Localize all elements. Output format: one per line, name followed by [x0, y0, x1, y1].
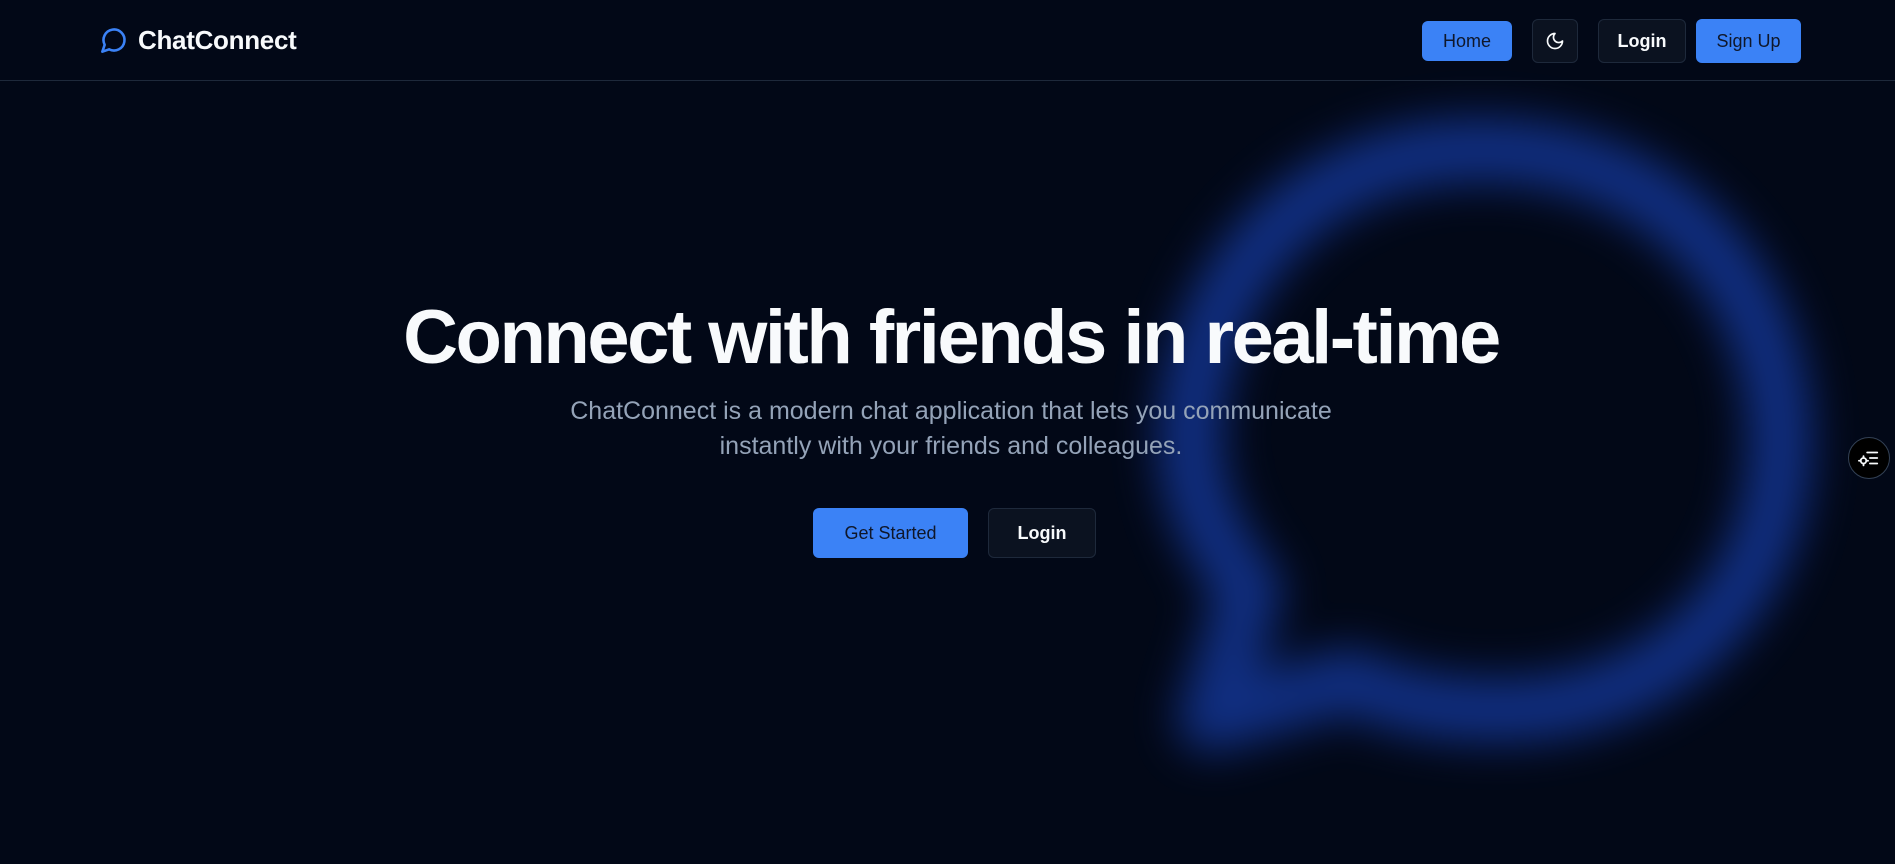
top-navbar: ChatConnect Home Login Sign Up	[0, 0, 1895, 81]
hero-login-button[interactable]: Login	[988, 508, 1096, 558]
signup-button[interactable]: Sign Up	[1696, 19, 1801, 63]
settings-list-icon	[1858, 447, 1880, 469]
chat-bubble-icon	[100, 26, 128, 54]
nav-login-button[interactable]: Login	[1598, 19, 1686, 63]
get-started-button[interactable]: Get Started	[813, 508, 968, 558]
side-widget-button[interactable]	[1848, 437, 1890, 479]
home-button[interactable]: Home	[1422, 21, 1512, 61]
brand-name: ChatConnect	[138, 24, 297, 55]
hero-subtitle: ChatConnect is a modern chat application…	[570, 397, 1332, 460]
hero-actions: Get Started Login	[0, 508, 1895, 558]
moon-icon	[1545, 31, 1565, 51]
nav-actions: Home Login Sign Up	[1422, 18, 1801, 64]
theme-toggle-button[interactable]	[1532, 19, 1578, 63]
landing-page: ChatConnect Home Login Sign Up Connect w…	[0, 0, 1895, 864]
hero-section: Connect with friends in real-time ChatCo…	[0, 290, 1895, 558]
brand-logo-link[interactable]: ChatConnect	[100, 24, 297, 56]
hero-title: Connect with friends in real-time	[403, 295, 1501, 380]
